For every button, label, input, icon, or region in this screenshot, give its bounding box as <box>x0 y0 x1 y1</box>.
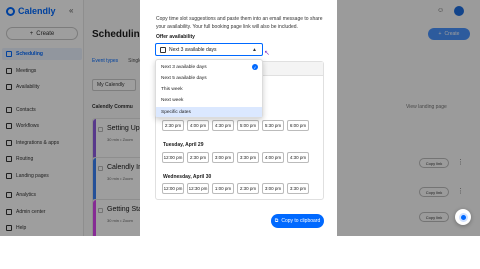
menu-item-this-week[interactable]: This week <box>156 84 262 94</box>
offer-availability-label: Offer availability <box>156 34 195 40</box>
time-slot[interactable]: 5:00 pm <box>237 120 259 131</box>
menu-item-label: Next week <box>161 97 184 103</box>
time-slot[interactable]: 3:00 pm <box>262 183 284 194</box>
copy-to-clipboard-button[interactable]: ⧉ Copy to clipboard <box>271 214 324 228</box>
menu-item-label: Next 3 available days <box>161 64 207 70</box>
cursor-pointer-icon: ↖ <box>264 50 270 57</box>
chat-icon <box>458 212 468 222</box>
time-slot[interactable]: 12:30 pm <box>187 183 209 194</box>
time-slot[interactable]: 2:30 pm <box>162 120 184 131</box>
page-bottom-area <box>0 236 480 269</box>
time-slot[interactable]: 2:30 pm <box>187 152 209 163</box>
menu-item-label: Next 5 available days <box>161 75 207 81</box>
share-availability-modal: Copy time slot suggestions and paste the… <box>140 0 337 236</box>
availability-dropdown-menu: Next 3 available days ✓ Next 5 available… <box>155 59 263 118</box>
selected-option: Next 3 available days <box>169 46 217 53</box>
time-slot[interactable]: 3:00 pm <box>212 152 234 163</box>
menu-item-label: This week <box>161 86 183 92</box>
time-slot[interactable]: 3:30 pm <box>287 183 309 194</box>
menu-item-next-3-days[interactable]: Next 3 available days ✓ <box>156 62 262 72</box>
time-slot[interactable]: 6:00 pm <box>287 120 309 131</box>
time-slot[interactable]: 4:30 pm <box>212 120 234 131</box>
menu-item-next-5-days[interactable]: Next 5 available days <box>156 73 262 83</box>
app-window: Calendly « + Create Scheduling Meetings … <box>0 0 480 236</box>
modal-description: Copy time slot suggestions and paste the… <box>156 16 323 30</box>
chevron-up-icon: ▲ <box>252 47 257 53</box>
menu-item-next-week[interactable]: Next week <box>156 95 262 105</box>
day-label: Wednesday, April 30 <box>163 174 212 180</box>
time-slot[interactable]: 4:30 pm <box>287 152 309 163</box>
day-label: Tuesday, April 29 <box>163 142 204 148</box>
help-chat-button[interactable] <box>455 209 471 225</box>
copy-to-clipboard-label: Copy to clipboard <box>281 218 321 224</box>
time-slot[interactable]: 12:00 pm <box>162 152 184 163</box>
time-slot[interactable]: 4:00 pm <box>262 152 284 163</box>
time-slot[interactable]: 5:30 pm <box>262 120 284 131</box>
time-slot[interactable]: 3:30 pm <box>237 152 259 163</box>
time-slot[interactable]: 2:30 pm <box>237 183 259 194</box>
time-slot[interactable]: 1:00 pm <box>212 183 234 194</box>
clipboard-icon: ⧉ <box>274 218 279 224</box>
calendar-icon <box>160 46 166 53</box>
menu-item-specific-dates[interactable]: Specific dates <box>156 107 262 117</box>
time-slot[interactable]: 12:00 pm <box>162 183 184 194</box>
time-slot[interactable]: 4:00 pm <box>187 120 209 131</box>
check-icon: ✓ <box>252 64 258 70</box>
menu-item-label: Specific dates <box>161 109 191 115</box>
offer-availability-select[interactable]: Next 3 available days ▲ <box>155 43 263 56</box>
